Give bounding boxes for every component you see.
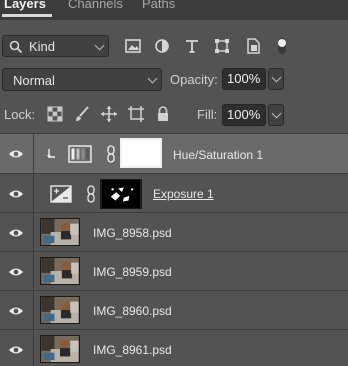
type-filter-icon[interactable] <box>181 35 203 57</box>
layer-name[interactable]: IMG_8959.psd <box>93 265 172 279</box>
layer-thumbnail[interactable] <box>40 335 80 363</box>
search-icon <box>9 40 23 54</box>
layer-name[interactable]: Hue/Saturation 1 <box>173 148 263 162</box>
lock-position-icon[interactable] <box>100 105 118 123</box>
clipping-mask-arrow-icon <box>47 149 55 158</box>
lock-transparent-pixels-icon[interactable] <box>46 105 64 123</box>
layer-row[interactable]: IMG_8959.psd <box>0 251 348 290</box>
visibility-cell <box>0 291 34 329</box>
link-icon[interactable] <box>86 185 96 203</box>
fill-slider-toggle[interactable] <box>268 104 284 126</box>
eye-icon[interactable] <box>8 228 24 238</box>
visibility-cell <box>0 213 34 251</box>
eye-icon[interactable] <box>8 306 24 316</box>
layer-thumbnail[interactable] <box>40 218 80 246</box>
blend-controls: Normal Opacity: 100% <box>0 63 348 97</box>
active-tab-indicator <box>2 14 52 17</box>
blend-mode-dropdown[interactable]: Normal <box>2 68 162 91</box>
visibility-cell <box>0 174 34 212</box>
chevron-down-icon <box>94 40 105 51</box>
tab-paths[interactable]: Paths <box>142 0 175 14</box>
lock-artboard-icon[interactable] <box>127 105 145 123</box>
opacity-slider-toggle[interactable] <box>268 68 284 90</box>
lock-all-icon[interactable] <box>154 105 172 123</box>
layer-row[interactable]: IMG_8961.psd <box>0 329 348 366</box>
blend-mode-value: Normal <box>13 73 55 88</box>
pixel-filter-icon[interactable] <box>122 35 144 57</box>
layer-thumbnail[interactable] <box>40 257 80 285</box>
layer-filter-bar: Kind <box>0 29 348 63</box>
link-icon[interactable] <box>106 145 116 163</box>
smart-object-filter-icon[interactable] <box>242 35 264 57</box>
layer-name[interactable]: IMG_8960.psd <box>93 304 172 318</box>
filter-toggle-icon[interactable] <box>271 35 293 57</box>
visibility-cell <box>0 134 34 173</box>
panel-tab-bar: Layers Channels Paths <box>0 0 348 20</box>
eye-icon[interactable] <box>8 345 24 355</box>
layer-mask-thumbnail[interactable] <box>100 179 142 209</box>
visibility-cell <box>0 330 34 366</box>
layer-row[interactable]: Exposure 1 <box>0 173 348 212</box>
visibility-cell <box>0 252 34 290</box>
adjustment-filter-icon[interactable] <box>151 35 173 57</box>
chevron-down-icon <box>271 72 282 83</box>
eye-icon[interactable] <box>8 267 24 277</box>
opacity-label: Opacity: <box>170 72 218 87</box>
lock-image-pixels-icon[interactable] <box>73 105 91 123</box>
fill-label: Fill: <box>197 107 218 122</box>
chevron-down-icon <box>147 73 158 84</box>
layer-row[interactable]: Hue/Saturation 1 <box>0 133 348 173</box>
eye-icon[interactable] <box>8 149 24 159</box>
layer-mask-thumbnail[interactable] <box>120 138 162 168</box>
filter-kind-label: Kind <box>29 39 56 54</box>
tab-channels[interactable]: Channels <box>68 0 123 14</box>
layer-row[interactable]: IMG_8960.psd <box>0 290 348 329</box>
lock-label: Lock: <box>4 107 36 122</box>
hue-saturation-adjustment-icon <box>68 145 92 163</box>
layer-row[interactable]: IMG_8958.psd <box>0 212 348 251</box>
opacity-input[interactable]: 100% <box>222 68 266 90</box>
filter-kind-dropdown[interactable]: Kind <box>2 35 109 57</box>
layer-name[interactable]: IMG_8961.psd <box>93 343 172 357</box>
layer-name[interactable]: Exposure 1 <box>153 187 214 201</box>
layer-name[interactable]: IMG_8958.psd <box>93 226 172 240</box>
eye-icon[interactable] <box>8 189 24 199</box>
shape-filter-icon[interactable] <box>211 35 233 57</box>
layer-thumbnail[interactable] <box>40 296 80 324</box>
chevron-down-icon <box>271 108 282 119</box>
lock-controls: Lock: Fill: 100% <box>0 99 348 131</box>
tab-layers[interactable]: Layers <box>4 0 46 14</box>
fill-input[interactable]: 100% <box>222 104 266 126</box>
exposure-adjustment-icon <box>50 185 72 203</box>
